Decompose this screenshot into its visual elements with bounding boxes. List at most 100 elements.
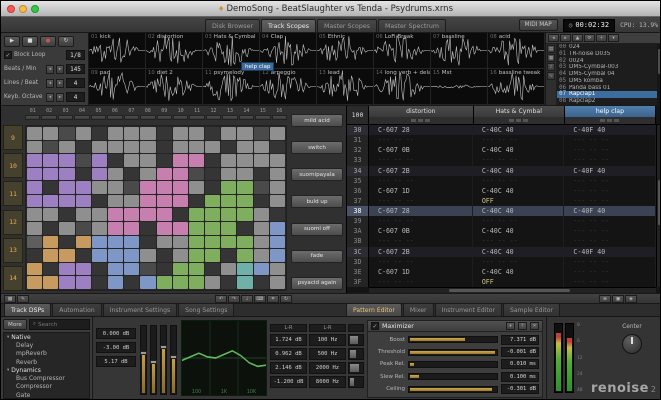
- matrix-cell[interactable]: [172, 154, 188, 167]
- matrix-cell[interactable]: [269, 194, 285, 208]
- matrix-cell[interactable]: [205, 249, 221, 262]
- scope-cell[interactable]: 10 diet 2: [146, 69, 203, 105]
- quantize-icon[interactable]: ⌗: [267, 295, 279, 303]
- matrix-cell[interactable]: [237, 181, 253, 194]
- vslider-handle[interactable]: [150, 360, 157, 365]
- file-row[interactable]: 05 DM5 komba: [557, 78, 657, 85]
- note-cell[interactable]: C-607 2B: [369, 246, 473, 257]
- matrix-cell[interactable]: [124, 276, 140, 289]
- matrix-cell[interactable]: [91, 235, 107, 249]
- matrix-cell[interactable]: [140, 208, 156, 222]
- note-cell[interactable]: --- -- --: [369, 256, 473, 267]
- maximizer-minimize-icon[interactable]: ▾: [506, 322, 515, 330]
- matrix-cell[interactable]: [156, 249, 172, 262]
- matrix-cell[interactable]: [237, 208, 253, 222]
- matrix-cell[interactable]: [59, 222, 75, 235]
- file-row[interactable]: 02 0024: [557, 58, 657, 65]
- pattern-track-header[interactable]: Hats & Cymbal: [473, 106, 565, 124]
- note-cell[interactable]: --- -- --: [473, 256, 565, 267]
- param-slider[interactable]: [408, 336, 498, 344]
- matrix-cell[interactable]: [221, 181, 237, 194]
- matrix-cell[interactable]: [188, 262, 205, 276]
- matrix-cell[interactable]: [75, 276, 91, 289]
- matrix-cell[interactable]: [27, 140, 43, 154]
- pattern-row[interactable]: 3E C-607 1D C-40C 40 --- -- --: [347, 266, 657, 277]
- matrix-cell[interactable]: [43, 194, 59, 208]
- note-cell[interactable]: --- -- --: [564, 216, 657, 227]
- record-button[interactable]: ●: [40, 35, 56, 47]
- matrix-cell[interactable]: [221, 154, 237, 167]
- note-cell[interactable]: --- -- --: [369, 135, 473, 146]
- dsp-item[interactable]: Gate: [4, 391, 89, 398]
- matrix-mute-button[interactable]: [238, 115, 255, 120]
- eq-gain-value[interactable]: 2.146 dB: [270, 362, 307, 374]
- scope-cell[interactable]: 12 arpeggio: [260, 69, 317, 105]
- instrument-icon[interactable]: ♪: [547, 63, 555, 71]
- matrix-cell[interactable]: [172, 194, 188, 208]
- matrix-cell[interactable]: [140, 181, 156, 194]
- matrix-cell[interactable]: [91, 154, 107, 167]
- note-cell[interactable]: --- -- --: [564, 226, 657, 237]
- matrix-cell[interactable]: [75, 181, 91, 194]
- matrix-mute-button[interactable]: [189, 115, 205, 120]
- matrix-mute-button[interactable]: [41, 115, 57, 120]
- matrix-cell[interactable]: [253, 262, 269, 276]
- note-cell[interactable]: C-607 0B: [369, 226, 473, 237]
- matrix-cell[interactable]: [156, 181, 172, 194]
- matrix-cell[interactable]: [75, 208, 91, 222]
- matrix-cell[interactable]: [221, 235, 237, 249]
- pattern-row[interactable]: 32 C-607 0B C-40C 40 --- -- --: [347, 145, 657, 156]
- matrix-cell[interactable]: [140, 222, 156, 235]
- dsp-search-input[interactable]: ⌕ Search: [28, 319, 90, 330]
- matrix-cell[interactable]: [140, 235, 156, 249]
- matrix-cell[interactable]: [269, 140, 285, 154]
- matrix-cell[interactable]: [156, 262, 172, 276]
- matrix-cell[interactable]: [205, 262, 221, 276]
- matrix-cell[interactable]: [124, 262, 140, 276]
- matrix-mute-button[interactable]: [222, 115, 238, 120]
- matrix-cell[interactable]: [269, 208, 285, 222]
- sequence-position[interactable]: 9: [3, 125, 23, 150]
- block-loop-value[interactable]: 1/8: [66, 50, 85, 60]
- file-row[interactable]: 06 Panda bass 01: [557, 85, 657, 92]
- matrix-cell[interactable]: [27, 194, 43, 208]
- matrix-cell[interactable]: [221, 127, 237, 140]
- note-cell[interactable]: C-607 1D: [369, 185, 473, 196]
- matrix-cell[interactable]: [75, 154, 91, 167]
- matrix-cell[interactable]: [107, 235, 124, 249]
- note-cell[interactable]: C-40C 40: [473, 226, 565, 237]
- scope-cell[interactable]: 06 LoFi Break: [374, 33, 431, 69]
- note-cell[interactable]: C-607 0B: [369, 145, 473, 156]
- note-cell[interactable]: --- -- --: [564, 175, 657, 186]
- matrix-cell[interactable]: [140, 194, 156, 208]
- matrix-cell[interactable]: [172, 127, 188, 140]
- bpm-value[interactable]: 145: [66, 64, 85, 74]
- device-parameter-value[interactable]: -3.00 dB: [96, 342, 136, 353]
- maximizer-help-icon[interactable]: ?: [518, 322, 527, 330]
- note-cell[interactable]: --- -- --: [369, 155, 473, 166]
- param-slider[interactable]: [408, 360, 498, 368]
- pattern-row[interactable]: 39 --- -- -- --- -- -- --- -- --: [347, 216, 657, 227]
- matrix-cell[interactable]: [59, 249, 75, 262]
- matrix-cell[interactable]: [124, 194, 140, 208]
- param-value[interactable]: 7.371 dB: [501, 334, 539, 345]
- note-cell[interactable]: C-40F 40: [564, 246, 657, 257]
- note-cell[interactable]: C-40C 40: [473, 125, 565, 136]
- matrix-cell[interactable]: [107, 127, 124, 140]
- tab-song-settings[interactable]: Song Settings: [178, 303, 235, 316]
- matrix-cell[interactable]: [253, 235, 269, 249]
- matrix-cell[interactable]: [107, 249, 124, 262]
- matrix-cell[interactable]: [59, 154, 75, 167]
- eq-gain-value[interactable]: 0.962 dB: [270, 348, 307, 360]
- lpb-value[interactable]: 4: [66, 78, 85, 88]
- matrix-cell[interactable]: [172, 181, 188, 194]
- device-parameter-value[interactable]: 5.17 dB: [96, 356, 136, 367]
- matrix-cell[interactable]: [75, 127, 91, 140]
- dsp-item[interactable]: Bus Compressor: [4, 374, 89, 382]
- tab-instrument-settings[interactable]: Instrument Settings: [102, 303, 178, 316]
- note-cell[interactable]: OFF: [473, 195, 565, 206]
- matrix-cell[interactable]: [91, 181, 107, 194]
- note-cell[interactable]: --- -- --: [473, 216, 565, 227]
- matrix-cell[interactable]: [188, 181, 205, 194]
- scope-cell[interactable]: 08 acid: [488, 33, 545, 69]
